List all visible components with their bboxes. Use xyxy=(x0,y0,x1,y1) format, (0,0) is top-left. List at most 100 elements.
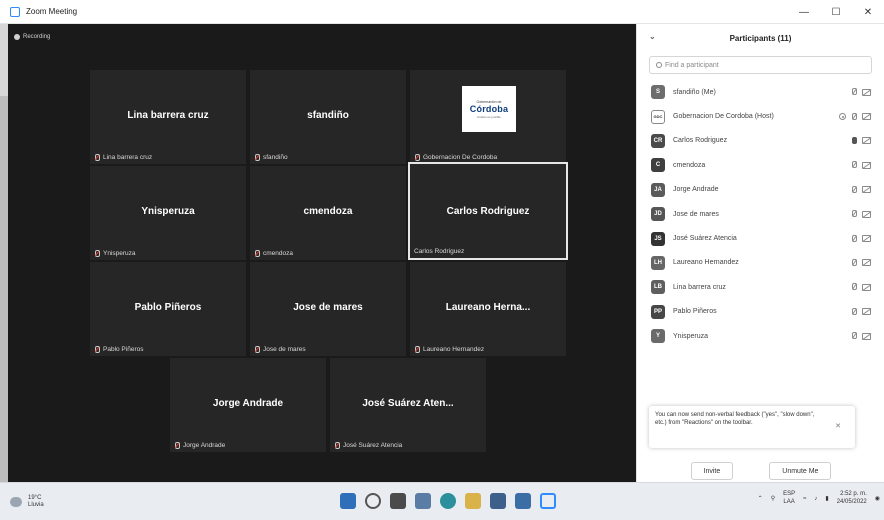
participant-row[interactable]: CR Carlos Rodriguez xyxy=(637,129,884,153)
zoom-window: Zoom Meeting — ☐ ✕ Recording Lina barrer… xyxy=(0,0,884,520)
chevron-down-icon[interactable]: ⌄ xyxy=(649,32,656,41)
recording-indicator[interactable]: Recording xyxy=(14,34,50,40)
video-tile[interactable]: sfandiño sfandiño xyxy=(250,70,406,164)
panel-title: Participants (11) xyxy=(729,33,792,43)
video-off-icon[interactable] xyxy=(862,186,871,194)
window-title: Zoom Meeting xyxy=(26,7,78,16)
battery-icon[interactable]: ▮ xyxy=(825,495,828,502)
participant-row[interactable]: LH Laureano Hernandez xyxy=(637,251,884,275)
avatar: JD xyxy=(651,207,665,222)
video-off-icon[interactable] xyxy=(862,210,871,218)
video-off-icon[interactable] xyxy=(862,88,871,96)
participant-row[interactable]: JA Jorge Andrade xyxy=(637,178,884,202)
participant-row[interactable]: GDC Gobernacion De Cordoba (Host) xyxy=(637,104,884,128)
tile-name-label: José Suárez Atencia xyxy=(343,442,403,449)
video-tile[interactable]: José Suárez Aten... José Suárez Atencia xyxy=(330,358,486,452)
participant-name: Pablo Piñeros xyxy=(673,308,717,316)
mic-muted-icon[interactable] xyxy=(851,185,857,194)
chevron-up-icon[interactable]: ⌃ xyxy=(758,495,763,502)
wifi-icon[interactable]: ≈ xyxy=(803,496,806,502)
muted-mic-icon xyxy=(414,154,420,161)
location-icon[interactable]: ⚲ xyxy=(771,495,775,502)
search-icon[interactable] xyxy=(365,493,381,509)
widgets-icon[interactable] xyxy=(415,493,431,509)
mic-muted-icon[interactable] xyxy=(851,258,857,267)
close-icon[interactable]: ✕ xyxy=(835,422,841,431)
video-off-icon[interactable] xyxy=(862,137,871,145)
participant-row[interactable]: C cmendoza xyxy=(637,153,884,177)
video-tile[interactable]: Jose de mares Jose de mares xyxy=(250,262,406,356)
windows-taskbar: 19°C Lluvia ⌃ ⚲ ESP LAA ≈ ♪ ▮ 2:52 p. m.… xyxy=(0,482,884,520)
participant-name: Jose de mares xyxy=(673,210,719,218)
avatar: CR xyxy=(651,133,665,148)
participant-search-input[interactable]: Find a participant xyxy=(649,56,872,74)
minimize-icon: — xyxy=(799,6,809,18)
mic-muted-icon[interactable] xyxy=(851,161,857,169)
tile-name-label: Pablo Piñeros xyxy=(103,346,144,353)
video-tile[interactable]: cmendoza cmendoza xyxy=(250,166,406,260)
language-indicator[interactable]: ESP LAA xyxy=(783,491,795,506)
weather-widget[interactable]: 19°C Lluvia xyxy=(10,495,44,509)
participant-row[interactable]: JS José Suárez Atencia xyxy=(637,226,884,250)
participant-row[interactable]: LB Lina barrera cruz xyxy=(637,275,884,299)
participant-name: Gobernacion De Cordoba (Host) xyxy=(673,113,774,121)
tile-name-label: Ynisperuza xyxy=(103,250,136,257)
title-bar: Zoom Meeting — ☐ ✕ xyxy=(0,0,884,24)
active-speaker-tile[interactable]: Carlos Rodriguez Carlos Rodriguez xyxy=(408,162,568,260)
edge-browser-icon[interactable] xyxy=(440,493,456,509)
mic-muted-icon[interactable] xyxy=(851,112,857,121)
clock[interactable]: 2:52 p. m. 24/05/2022 xyxy=(837,491,867,506)
mic-muted-icon[interactable] xyxy=(851,234,857,243)
avatar: JS xyxy=(651,231,665,246)
tile-display-name: Laureano Herna... xyxy=(445,302,531,313)
video-off-icon[interactable] xyxy=(862,283,871,291)
video-tile[interactable]: Laureano Herna... Laureano Hernandez xyxy=(410,262,566,356)
tile-display-name: Pablo Piñeros xyxy=(134,302,202,313)
notification-icon[interactable]: ◉ xyxy=(875,495,880,502)
video-tile[interactable]: Jorge Andrade Jorge Andrade xyxy=(170,358,326,452)
close-button[interactable]: ✕ xyxy=(852,0,884,24)
task-view-icon[interactable] xyxy=(390,493,406,509)
mic-muted-icon[interactable] xyxy=(851,332,857,340)
zoom-taskbar-icon[interactable] xyxy=(540,493,556,509)
video-tile[interactable]: Lina barrera cruz Lina barrera cruz xyxy=(90,70,246,164)
video-tile[interactable]: Gobernación de Córdoba Unidos es posible… xyxy=(410,70,566,164)
volume-icon[interactable]: ♪ xyxy=(814,496,817,502)
mic-muted-icon[interactable] xyxy=(851,307,857,316)
start-icon[interactable] xyxy=(340,493,356,509)
background-window-edge xyxy=(0,24,8,484)
mic-muted-icon[interactable] xyxy=(851,88,857,96)
weather-condition: Lluvia xyxy=(28,502,44,509)
meeting-video-area: Recording Lina barrera cruz Lina barrera… xyxy=(8,24,636,482)
mic-muted-icon[interactable] xyxy=(851,283,857,291)
video-off-icon[interactable] xyxy=(862,113,871,121)
video-tile[interactable]: Pablo Piñeros Pablo Piñeros xyxy=(90,262,246,356)
muted-mic-icon xyxy=(94,250,100,257)
participant-row[interactable]: S sfandiño (Me) xyxy=(637,80,884,104)
muted-mic-icon xyxy=(414,346,420,353)
avatar: LH xyxy=(651,255,665,270)
participant-name: Carlos Rodriguez xyxy=(673,137,728,145)
video-off-icon[interactable] xyxy=(862,308,871,316)
participant-row[interactable]: PP Pablo Piñeros xyxy=(637,300,884,324)
maximize-button[interactable]: ☐ xyxy=(820,0,852,24)
participant-row[interactable]: Y Ynisperuza xyxy=(637,324,884,348)
file-explorer-icon[interactable] xyxy=(465,493,481,509)
unmute-me-button[interactable]: Unmute Me xyxy=(769,462,832,480)
video-off-icon[interactable] xyxy=(862,259,871,267)
invite-button[interactable]: Invite xyxy=(690,462,734,480)
close-icon: ✕ xyxy=(863,6,873,18)
video-off-icon[interactable] xyxy=(862,161,871,169)
mail-icon[interactable] xyxy=(515,493,531,509)
video-off-icon[interactable] xyxy=(862,235,871,243)
participant-row[interactable]: JD Jose de mares xyxy=(637,202,884,226)
minimize-button[interactable]: — xyxy=(788,0,820,24)
mic-on-icon[interactable] xyxy=(851,136,857,145)
participant-list: S sfandiño (Me) GDC Gobernacion De Cordo… xyxy=(637,80,884,348)
avatar: GDC xyxy=(651,109,665,124)
tile-name-label: Lina barrera cruz xyxy=(103,154,153,161)
store-icon[interactable] xyxy=(490,493,506,509)
mic-muted-icon[interactable] xyxy=(851,210,857,218)
video-tile[interactable]: Ynisperuza Ynisperuza xyxy=(90,166,246,260)
video-off-icon[interactable] xyxy=(862,332,871,340)
